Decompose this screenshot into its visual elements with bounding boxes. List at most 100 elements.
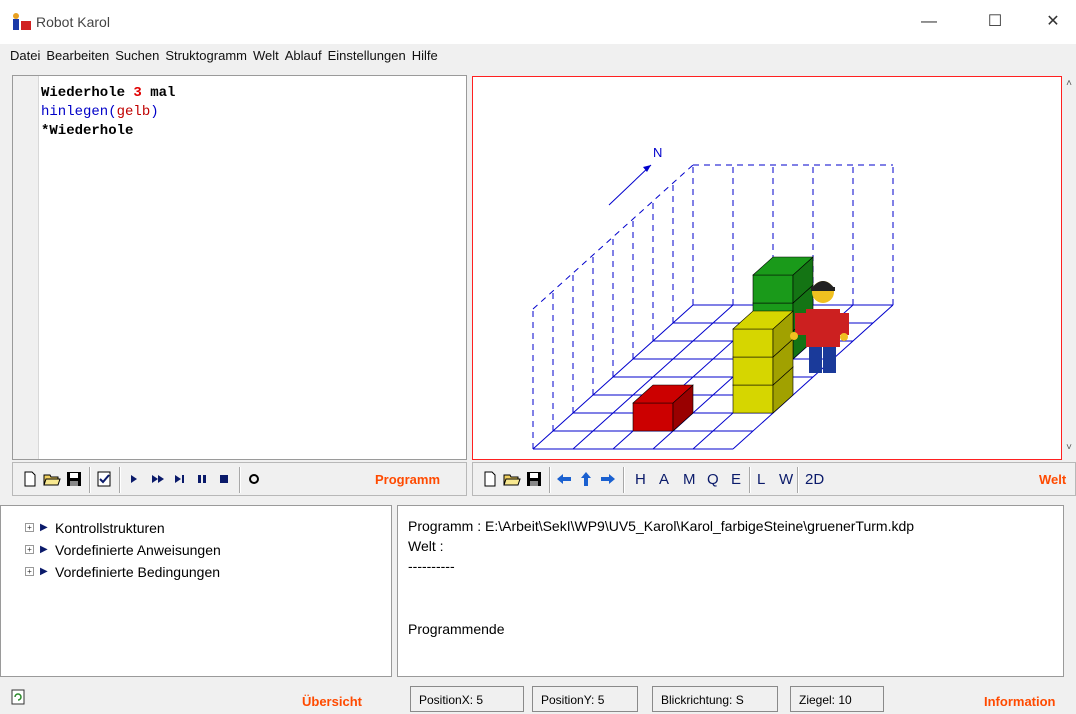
new-world-icon[interactable] bbox=[481, 470, 499, 488]
minimize-button[interactable]: — bbox=[906, 6, 952, 38]
triangle-icon: ▶ bbox=[40, 544, 48, 555]
brick-count: Ziegel: 10 bbox=[790, 686, 884, 712]
quader-button[interactable]: Q bbox=[707, 471, 719, 488]
menu-ablauf[interactable]: Ablauf bbox=[285, 44, 322, 63]
info-scrollbar[interactable] bbox=[1064, 505, 1076, 677]
close-button[interactable]: ✕ bbox=[1030, 6, 1076, 38]
check-icon[interactable] bbox=[95, 470, 113, 488]
toolbar-separator bbox=[239, 467, 241, 493]
repeat-count: 3 bbox=[133, 85, 142, 101]
compass-label: N bbox=[653, 145, 662, 160]
step-icon[interactable] bbox=[171, 470, 189, 488]
menu-suchen[interactable]: Suchen bbox=[115, 44, 159, 63]
world-toolbar: H A M Q E L W 2D Welt bbox=[472, 462, 1076, 496]
tree-item-label: Vordefinierte Bedingungen bbox=[55, 564, 221, 580]
brick-green bbox=[752, 274, 794, 304]
world-bricks bbox=[632, 256, 814, 432]
world-view[interactable]: N bbox=[472, 76, 1062, 460]
scroll-down-icon[interactable]: ˅ bbox=[1062, 442, 1076, 456]
open-folder-icon[interactable] bbox=[43, 470, 61, 488]
info-program-end: Programmende bbox=[408, 621, 505, 637]
overview-panel-label: Übersicht bbox=[302, 694, 362, 709]
scroll-up-icon[interactable]: ˄ bbox=[1062, 78, 1076, 92]
aufheben-button[interactable]: A bbox=[659, 471, 669, 488]
world-canvas: N bbox=[532, 145, 894, 450]
fast-run-icon[interactable] bbox=[149, 470, 167, 488]
run-icon[interactable] bbox=[125, 470, 143, 488]
window-title: Robot Karol bbox=[36, 14, 110, 30]
stop-icon[interactable] bbox=[215, 470, 233, 488]
overview-panel: + ▶ Kontrollstrukturen + ▶ Vordefinierte… bbox=[0, 505, 392, 677]
menu-struktogramm[interactable]: Struktogramm bbox=[165, 44, 247, 63]
turn-left-icon[interactable] bbox=[555, 470, 573, 488]
toolbar-separator bbox=[749, 467, 751, 493]
menu-bearbeiten[interactable]: Bearbeiten bbox=[46, 44, 109, 63]
toolbar-separator bbox=[119, 467, 121, 493]
code-text[interactable]: Wiederhole 3 mal hinlegen(gelb) *Wiederh… bbox=[41, 84, 175, 141]
record-icon[interactable] bbox=[245, 470, 263, 488]
info-panel-label: Information bbox=[984, 694, 1056, 709]
step-forward-icon[interactable] bbox=[577, 470, 595, 488]
brick-yellow bbox=[732, 384, 774, 414]
expand-icon[interactable]: + bbox=[25, 523, 34, 532]
code-editor[interactable]: Wiederhole 3 mal hinlegen(gelb) *Wiederh… bbox=[12, 75, 467, 460]
title-bar: Robot Karol — ☐ ✕ bbox=[0, 0, 1076, 44]
info-separator: ---------- bbox=[408, 558, 455, 574]
paren-close: ) bbox=[150, 104, 159, 120]
entfernen-button[interactable]: E bbox=[731, 471, 741, 488]
loeschen-button[interactable]: L bbox=[757, 471, 765, 488]
maximize-button[interactable]: ☐ bbox=[972, 6, 1018, 38]
toolbar-separator bbox=[797, 467, 799, 493]
toolbar-separator bbox=[549, 467, 551, 493]
position-x: PositionX: 5 bbox=[410, 686, 524, 712]
toolbar-separator bbox=[89, 467, 91, 493]
brick-yellow bbox=[732, 356, 774, 386]
compass-icon bbox=[608, 164, 652, 206]
open-world-icon[interactable] bbox=[503, 470, 521, 488]
new-file-icon[interactable] bbox=[21, 470, 39, 488]
info-program-path: Programm : E:\Arbeit\SekI\WP9\UV5_Karol\… bbox=[408, 518, 915, 534]
expand-icon[interactable]: + bbox=[25, 545, 34, 554]
robot-karol-icon bbox=[13, 13, 31, 30]
tree-item-label: Kontrollstrukturen bbox=[55, 520, 165, 536]
program-panel-label: Programm bbox=[375, 472, 441, 487]
welt-button[interactable]: W bbox=[779, 471, 793, 488]
editor-gutter bbox=[13, 76, 39, 459]
save-icon[interactable] bbox=[65, 470, 83, 488]
refresh-icon[interactable] bbox=[10, 689, 26, 705]
world-panel-label: Welt bbox=[1039, 472, 1067, 487]
pause-icon[interactable] bbox=[193, 470, 211, 488]
menu-bar: Datei Bearbeiten Suchen Struktogramm Welt Abl… bbox=[0, 44, 1076, 68]
information-panel: Programm : E:\Arbeit\SekI\WP9\UV5_Karol\… bbox=[397, 505, 1064, 677]
view-direction: Blickrichtung: S bbox=[652, 686, 778, 712]
info-world: Welt : bbox=[408, 538, 444, 554]
world-scrollbar[interactable]: ˄ ˅ bbox=[1062, 76, 1076, 460]
markesetzen-button[interactable]: M bbox=[683, 471, 696, 488]
paren-open: ( bbox=[108, 104, 117, 120]
menu-datei[interactable]: Datei bbox=[10, 44, 40, 63]
code-line-3: *Wiederhole bbox=[41, 123, 134, 139]
triangle-icon: ▶ bbox=[40, 566, 48, 577]
turn-right-icon[interactable] bbox=[599, 470, 617, 488]
expand-icon[interactable]: + bbox=[25, 567, 34, 576]
menu-einstellungen[interactable]: Einstellungen bbox=[328, 44, 406, 63]
status-bar: Übersicht PositionX: 5 PositionY: 5 Blic… bbox=[0, 680, 1076, 714]
menu-hilfe[interactable]: Hilfe bbox=[412, 44, 438, 63]
keyword-mal: mal bbox=[150, 85, 176, 101]
hinlegen-button[interactable]: H bbox=[635, 471, 646, 488]
view-2d-button[interactable]: 2D bbox=[805, 471, 824, 488]
save-world-icon[interactable] bbox=[525, 470, 543, 488]
argument-gelb: gelb bbox=[116, 104, 151, 120]
triangle-icon: ▶ bbox=[40, 522, 48, 533]
code-line-1: Wiederhole 3 mal bbox=[41, 85, 175, 101]
world-grid bbox=[532, 164, 894, 450]
command-hinlegen: hinlegen bbox=[41, 104, 109, 120]
brick-yellow bbox=[732, 328, 774, 358]
keyword-wiederhole: Wiederhole bbox=[41, 85, 126, 101]
menu-welt[interactable]: Welt bbox=[253, 44, 279, 63]
code-line-2: hinlegen(gelb) bbox=[41, 104, 159, 120]
tree-item-label: Vordefinierte Anweisungen bbox=[55, 542, 221, 558]
program-toolbar: Programm bbox=[12, 462, 467, 496]
position-y: PositionY: 5 bbox=[532, 686, 638, 712]
toolbar-separator bbox=[623, 467, 625, 493]
